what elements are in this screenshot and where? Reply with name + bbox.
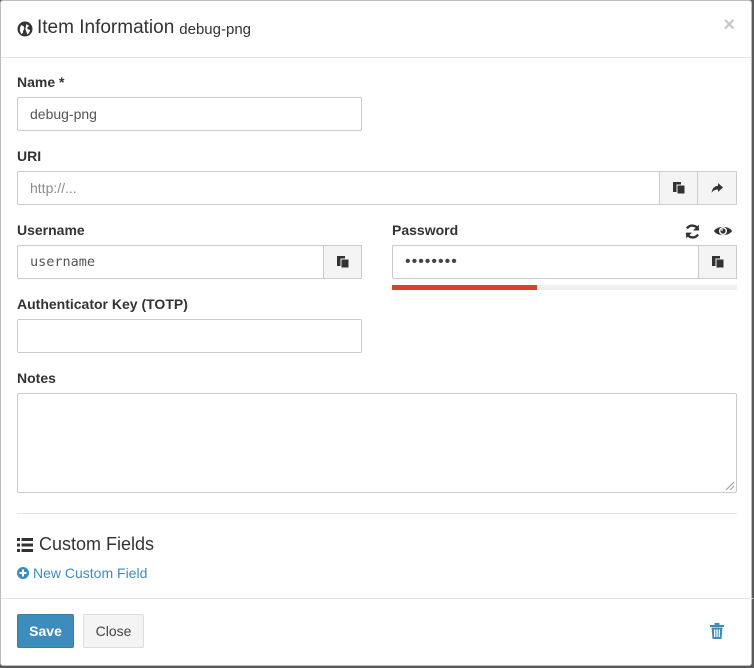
copy-icon xyxy=(672,182,685,195)
refresh-icon xyxy=(685,223,699,239)
username-input[interactable]: username xyxy=(17,245,324,279)
custom-fields-heading: Custom Fields xyxy=(17,534,154,555)
globe-icon xyxy=(17,21,33,36)
username-label: Username xyxy=(17,222,85,238)
password-strength-fill xyxy=(392,285,537,290)
section-divider xyxy=(17,513,737,514)
save-button[interactable]: Save xyxy=(17,614,74,648)
copy-icon xyxy=(711,256,724,269)
modal-subtitle: debug-png xyxy=(179,21,252,38)
list-icon xyxy=(17,537,33,552)
item-information-modal: Item Information debug-png × Name * debu… xyxy=(0,0,753,666)
password-label: Password xyxy=(392,222,459,238)
name-label: Name * xyxy=(17,74,65,90)
copy-icon xyxy=(336,256,349,269)
generate-password-button[interactable] xyxy=(682,221,702,241)
toggle-password-visibility-button[interactable] xyxy=(712,221,734,241)
resize-grip-icon[interactable] xyxy=(726,482,734,490)
new-custom-field-label: New Custom Field xyxy=(33,565,148,581)
modal-header: Item Information debug-png × xyxy=(1,1,751,58)
new-custom-field-link[interactable]: New Custom Field xyxy=(17,565,147,581)
share-arrow-icon xyxy=(711,183,723,193)
plus-circle-icon xyxy=(17,567,29,579)
copy-password-button[interactable] xyxy=(698,245,737,279)
custom-fields-title: Custom Fields xyxy=(39,534,155,554)
copy-uri-button[interactable] xyxy=(659,171,698,205)
delete-item-button[interactable] xyxy=(707,621,727,641)
notes-label: Notes xyxy=(17,370,56,386)
launch-uri-button[interactable] xyxy=(697,171,737,205)
close-button[interactable]: Close xyxy=(83,614,144,648)
uri-label: URI xyxy=(17,148,42,164)
trash-icon xyxy=(710,623,724,639)
password-input[interactable]: •••••••• xyxy=(392,245,699,279)
notes-textarea[interactable] xyxy=(17,393,737,493)
copy-username-button[interactable] xyxy=(323,245,362,279)
uri-input[interactable]: http://... xyxy=(17,171,660,205)
password-strength-meter xyxy=(392,285,737,290)
eye-icon xyxy=(714,226,732,236)
modal-title: Item Information xyxy=(37,17,175,38)
totp-label: Authenticator Key (TOTP) xyxy=(17,296,188,312)
modal-title-wrap: Item Information debug-png xyxy=(17,17,735,39)
footer-divider xyxy=(1,598,753,599)
close-icon[interactable]: × xyxy=(723,15,735,35)
totp-input[interactable] xyxy=(17,319,362,353)
name-input[interactable]: debug-png xyxy=(17,97,362,131)
